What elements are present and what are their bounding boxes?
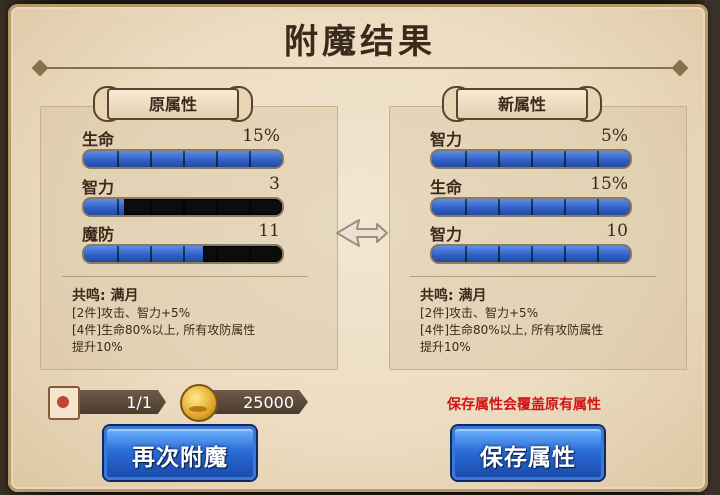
gold-amount: 25000: [243, 393, 294, 412]
set-bonus-line: 提升10%: [420, 340, 471, 354]
stat-bar: [82, 149, 284, 169]
bar-segment: [597, 246, 599, 262]
bar-segment: [116, 199, 119, 215]
bar-segment: [497, 199, 500, 215]
bar-segment: [531, 246, 533, 262]
reenchant-button[interactable]: 再次附魔: [104, 426, 256, 480]
set-bonus-line: [4件]生命80%以上, 所有攻防属性: [420, 323, 604, 337]
bar-segment: [249, 151, 251, 167]
bar-segment: [531, 151, 533, 167]
bar-segment: [464, 151, 467, 167]
stat-bar: [430, 197, 632, 217]
gold-coin-icon: [180, 384, 218, 422]
stat-name: 智力: [430, 225, 463, 244]
reenchant-button-label: 再次附魔: [132, 444, 228, 471]
panel-divider: [62, 276, 308, 277]
stat-bar: [430, 244, 632, 264]
set-bonus-title: 共鸣: 满月: [420, 288, 487, 304]
bar-segment: [116, 151, 119, 167]
bar-segment: [116, 246, 119, 262]
enchant-scroll-icon: [48, 386, 80, 420]
original-attributes-banner: 原属性: [93, 84, 253, 122]
stat-name: 智力: [430, 130, 463, 149]
bar-segment: [597, 151, 599, 167]
stat-value: 15%: [590, 174, 628, 194]
bar-segment: [215, 246, 218, 262]
stat-value: 10: [606, 221, 628, 241]
bar-segment: [215, 199, 218, 215]
bar-segment: [183, 199, 185, 215]
set-bonus-title: 共鸣: 满月: [72, 288, 139, 304]
arrow-right-icon: [336, 219, 388, 247]
stat-bar: [430, 149, 632, 169]
set-bonus-line: [4件]生命80%以上, 所有攻防属性: [72, 323, 256, 337]
bar-segment: [183, 151, 185, 167]
bar-segment: [563, 246, 566, 262]
set-bonus-line: 提升10%: [72, 340, 123, 354]
overwrite-warning: 保存属性会覆盖原有属性: [447, 397, 601, 413]
banner-label: 新属性: [497, 95, 546, 114]
bar-segment: [464, 199, 467, 215]
stat-value: 15%: [242, 126, 280, 146]
bar-segment: [149, 199, 152, 215]
stat-name: 智力: [82, 178, 115, 197]
new-attributes-banner: 新属性: [442, 84, 602, 122]
stat-name: 生命: [82, 130, 115, 149]
bar-segment: [149, 151, 152, 167]
panel-divider: [410, 276, 656, 277]
stat-value: 3: [269, 174, 280, 194]
stat-name: 魔防: [82, 225, 115, 244]
bar-segment: [249, 199, 251, 215]
banner-label: 原属性: [148, 95, 197, 114]
bar-segment: [531, 199, 533, 215]
bar-segment: [563, 151, 566, 167]
set-bonus-line: [2件]攻击、智力+5%: [72, 306, 191, 320]
bar-segment: [215, 151, 218, 167]
dialog-title: 附魔结果: [284, 22, 436, 62]
stat-bar: [82, 244, 284, 264]
bar-segment: [597, 199, 599, 215]
scroll-count: 1/1: [126, 393, 152, 412]
set-bonus-line: [2件]攻击、智力+5%: [420, 306, 539, 320]
title-divider: [40, 67, 680, 69]
stat-value: 5%: [601, 126, 628, 146]
save-button-label: 保存属性: [480, 444, 576, 471]
save-attributes-button[interactable]: 保存属性: [452, 426, 604, 480]
bar-segment: [149, 246, 152, 262]
bar-segment: [183, 246, 185, 262]
stat-bar: [82, 197, 284, 217]
bar-segment: [249, 246, 251, 262]
stat-name: 生命: [430, 178, 463, 197]
stat-value: 11: [258, 221, 280, 241]
bar-segment: [563, 199, 566, 215]
bar-segment: [497, 246, 500, 262]
bar-segment: [497, 151, 500, 167]
bar-segment: [464, 246, 467, 262]
